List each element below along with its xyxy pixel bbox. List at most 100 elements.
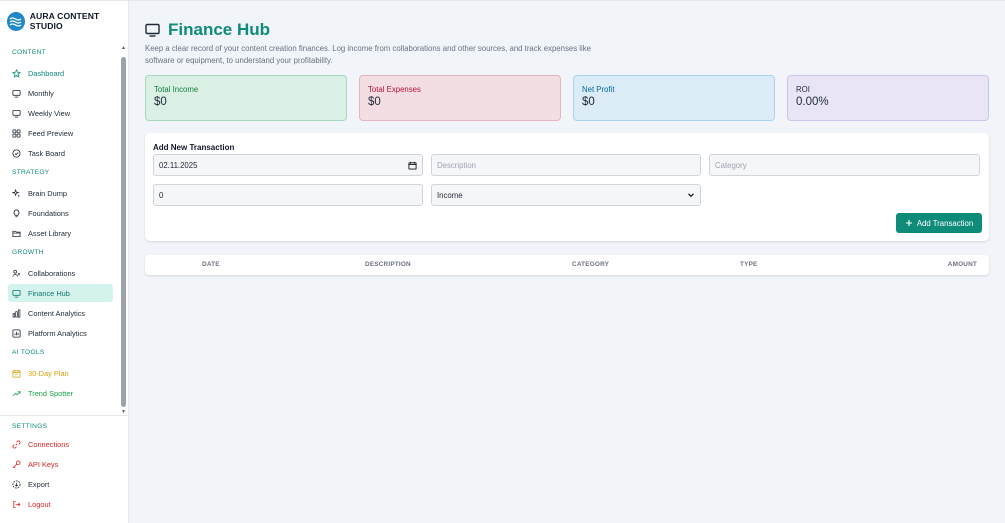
sidebar-item-feed-preview[interactable]: Feed Preview	[8, 124, 113, 142]
monitor-icon	[12, 289, 21, 298]
sidebar-item-label: Foundations	[28, 208, 69, 218]
summary-cards: Total Income $0 Total Expenses $0 Net Pr…	[145, 75, 989, 121]
app-root: AURA CONTENT STUDIO CONTENT Dashboard Mo…	[0, 0, 1005, 523]
sidebar-item-label: Asset Library	[28, 228, 72, 238]
export-icon	[12, 479, 21, 489]
monitor-icon	[145, 23, 160, 37]
sidebar-item-label: Content Analytics	[28, 308, 86, 318]
sidebar-nav: CONTENT Dashboard Monthly Weekly View Fe…	[0, 43, 129, 413]
date-input[interactable]: 02.11.2025	[153, 154, 423, 176]
sidebar-item-monthly[interactable]: Monthly	[8, 84, 113, 102]
card-label: Net Profit	[582, 85, 615, 94]
column-header-amount[interactable]: AMOUNT	[948, 255, 977, 275]
sidebar-item-platform-analytics[interactable]: Platform Analytics	[8, 324, 113, 342]
sidebar-item-export[interactable]: Export	[8, 475, 113, 493]
column-header-category[interactable]: CATEGORY	[572, 255, 609, 275]
chart-box-icon	[12, 328, 21, 338]
trend-up-icon	[12, 390, 21, 396]
main-content: Finance Hub Keep a clear record of your …	[129, 1, 1005, 523]
sidebar-item-foundations[interactable]: Foundations	[8, 204, 113, 222]
sidebar-item-label: API Keys	[28, 459, 59, 469]
users-icon	[12, 269, 21, 277]
sidebar-item-asset-library[interactable]: Asset Library	[8, 224, 113, 242]
section-title-growth: GROWTH	[12, 249, 44, 256]
section-title-ai-tools: AI TOOLS	[12, 349, 45, 356]
sidebar-item-label: Trend Spotter	[28, 388, 73, 398]
form-title: Add New Transaction	[153, 143, 235, 152]
chevron-down-icon	[688, 193, 694, 198]
sidebar-item-label: Feed Preview	[28, 128, 74, 138]
brand[interactable]: AURA CONTENT STUDIO	[0, 1, 128, 41]
sidebar-item-label: Monthly	[28, 88, 54, 98]
folder-icon	[12, 230, 21, 237]
card-label: Total Income	[154, 85, 199, 94]
column-header-type[interactable]: TYPE	[740, 255, 758, 275]
type-select[interactable]: Income	[431, 184, 701, 206]
page-header: Finance Hub	[145, 19, 989, 41]
sidebar-item-label: 30-Day Plan	[28, 368, 69, 378]
column-header-description[interactable]: DESCRIPTION	[365, 255, 411, 275]
settings-section: SETTINGS Connections API Keys Export Log…	[0, 415, 129, 515]
column-header-date[interactable]: DATE	[202, 255, 220, 275]
sidebar-item-label: Logout	[28, 499, 51, 509]
sidebar-item-dashboard[interactable]: Dashboard	[8, 64, 113, 82]
sidebar-item-content-analytics[interactable]: Content Analytics	[8, 304, 113, 322]
sidebar-scrollbar[interactable]: ▲ ▼	[121, 45, 126, 415]
sidebar-item-finance-hub[interactable]: Finance Hub	[8, 284, 113, 302]
total-income-card: Total Income $0	[145, 75, 347, 121]
sidebar-item-label: Brain Dump	[28, 188, 68, 198]
amount-value: 0	[159, 190, 164, 200]
lightbulb-icon	[13, 208, 20, 217]
bar-chart-icon	[12, 309, 21, 317]
card-value: 0.00%	[796, 96, 829, 108]
sidebar-item-label: Collaborations	[28, 268, 76, 278]
roi-card: ROI 0.00%	[787, 75, 989, 121]
card-value: $0	[368, 96, 381, 108]
sidebar-item-collaborations[interactable]: Collaborations	[8, 264, 113, 282]
sidebar-item-label: Weekly View	[28, 108, 71, 118]
sidebar-item-label: Dashboard	[28, 68, 65, 78]
description-input[interactable]: Description	[431, 154, 701, 176]
wave-logo-icon	[7, 11, 25, 31]
date-value: 02.11.2025	[159, 160, 198, 170]
scroll-up-icon[interactable]: ▲	[121, 45, 126, 51]
type-value: Income	[437, 190, 463, 200]
card-value: $0	[154, 96, 167, 108]
sidebar: AURA CONTENT STUDIO CONTENT Dashboard Mo…	[0, 1, 129, 523]
add-transaction-button[interactable]: Add Transaction	[896, 213, 982, 233]
sidebar-item-30-day-plan[interactable]: 30-Day Plan	[8, 364, 113, 382]
key-icon	[12, 459, 21, 468]
sidebar-item-label: Platform Analytics	[28, 328, 87, 338]
description-placeholder: Description	[437, 160, 476, 170]
category-input[interactable]: Category	[709, 154, 980, 176]
sidebar-item-logout[interactable]: Logout	[8, 495, 113, 513]
add-transaction-form: Add New Transaction 02.11.2025 Descripti…	[145, 133, 989, 241]
card-label: ROI	[796, 85, 810, 94]
grid-icon	[12, 128, 21, 138]
sidebar-item-brain-dump[interactable]: Brain Dump	[8, 184, 113, 202]
scrollbar-thumb[interactable]	[121, 57, 126, 407]
transactions-table: DATE DESCRIPTION CATEGORY TYPE AMOUNT	[145, 255, 989, 275]
amount-input[interactable]: 0	[153, 184, 423, 206]
sidebar-item-api-keys[interactable]: API Keys	[8, 455, 113, 473]
sidebar-item-label: Export	[28, 479, 50, 489]
sidebar-item-trend-spotter[interactable]: Trend Spotter	[8, 384, 113, 402]
net-profit-card: Net Profit $0	[573, 75, 775, 121]
sidebar-item-weekly-view[interactable]: Weekly View	[8, 104, 113, 122]
add-transaction-label: Add Transaction	[916, 218, 974, 228]
link-icon	[12, 439, 21, 449]
section-title-strategy: STRATEGY	[12, 169, 50, 176]
check-circle-icon	[12, 148, 21, 158]
monitor-icon	[12, 89, 21, 98]
sidebar-item-task-board[interactable]: Task Board	[8, 144, 113, 162]
sidebar-item-label: Task Board	[28, 148, 65, 158]
logout-icon	[13, 500, 21, 508]
star-icon	[12, 68, 21, 78]
page-title: Finance Hub	[168, 20, 271, 39]
card-label: Total Expenses	[368, 85, 421, 94]
calendar-icon[interactable]	[408, 161, 417, 170]
calendar-icon	[12, 369, 21, 378]
plus-icon	[905, 220, 912, 226]
sidebar-item-connections[interactable]: Connections	[8, 435, 113, 453]
section-title-content: CONTENT	[12, 49, 46, 56]
